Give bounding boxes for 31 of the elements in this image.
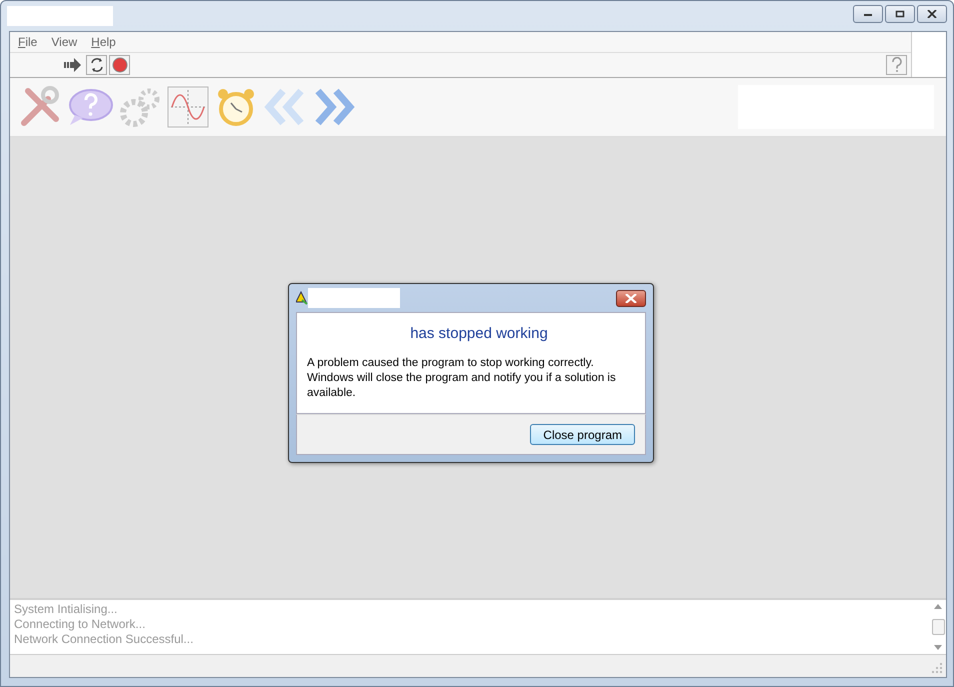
graph-icon[interactable] [167,86,209,128]
maximize-button[interactable] [885,5,915,23]
arrow-right-icon[interactable] [62,55,84,75]
minimize-button[interactable] [853,5,883,23]
close-icon [625,294,637,302]
question-mark-icon [890,57,904,73]
menu-item[interactable]: File [18,35,38,49]
warning-icon [296,291,308,305]
menu-item[interactable]: Help [91,35,116,49]
close-icon [927,10,937,18]
dialog-message: A problem caused the program to stop working correctly. Windows will close the program and notify you if a solution is available. [307,356,617,401]
help-bubble-icon[interactable] [67,87,113,127]
refresh-button[interactable] [86,55,107,75]
restore-icon [895,10,905,18]
help-button[interactable] [886,55,907,75]
scroll-up-icon[interactable] [934,604,942,609]
close-button[interactable] [616,290,646,306]
scroll-down-icon[interactable] [934,645,942,650]
log-line: Network Connection Successful... [14,632,194,647]
log-line: System Intialising... [14,602,118,617]
close-button[interactable] [917,5,947,23]
tools-icon[interactable] [18,85,62,129]
stop-button[interactable] [109,55,130,75]
resize-grip-icon[interactable] [932,663,942,673]
dialog-heading: has stopped working [409,325,549,342]
refresh-icon [88,57,104,73]
log-line: Connecting to Network... [14,617,146,632]
minimize-icon [863,11,873,17]
close-program-button[interactable]: Close program [530,424,635,445]
menu-item[interactable]: View [51,35,78,49]
stop-icon [112,57,128,73]
